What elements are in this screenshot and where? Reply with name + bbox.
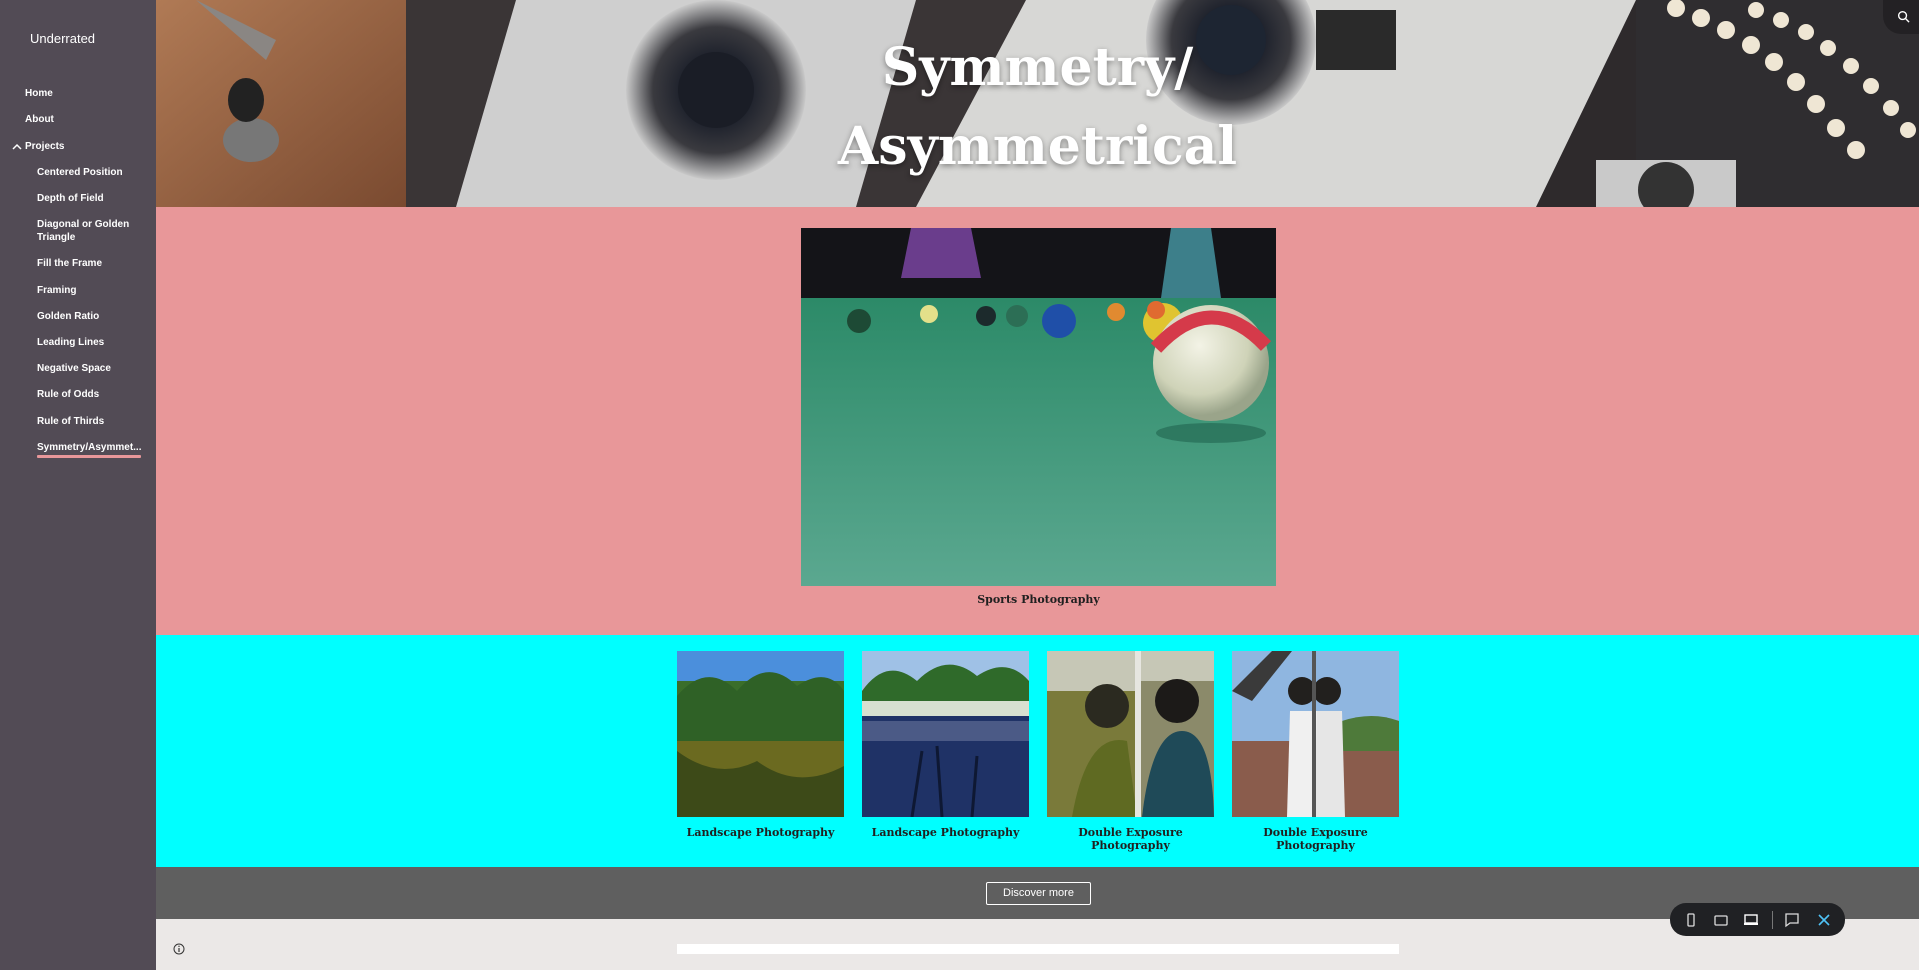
- site-title[interactable]: Underrated: [30, 31, 95, 46]
- laptop-icon[interactable]: [1742, 911, 1760, 929]
- footer-bar: [677, 944, 1399, 954]
- tablet-icon[interactable]: [1712, 911, 1730, 929]
- nav-item-golden-ratio[interactable]: Golden Ratio: [37, 310, 147, 323]
- nav-item-rule-of-thirds[interactable]: Rule of Thirds: [37, 415, 147, 428]
- nav-item-home[interactable]: Home: [25, 87, 53, 100]
- phone-icon[interactable]: [1682, 911, 1700, 929]
- double-exposure-photo-2-image: [1232, 651, 1399, 817]
- gallery-caption-1: Landscape Photography: [686, 826, 835, 839]
- landscape-photo-1-image: [677, 651, 844, 817]
- nav-item-depth-of-field[interactable]: Depth of Field: [37, 192, 147, 205]
- nav-item-centered-position[interactable]: Centered Position: [37, 166, 147, 179]
- discover-section: Discover more: [156, 867, 1919, 919]
- double-exposure-photo-1-image: [1047, 651, 1214, 817]
- sports-photo-caption: Sports Photography: [977, 593, 1100, 606]
- nav-item-projects[interactable]: Projects: [25, 140, 64, 153]
- chevron-up-icon[interactable]: [11, 141, 23, 153]
- nav-item-negative-space[interactable]: Negative Space: [37, 362, 147, 375]
- hero-banner: Symmetry/ Asymmetrical: [156, 0, 1919, 207]
- photo-gallery-section: Landscape Photography Landscape Photogra…: [156, 635, 1919, 867]
- page-title-line-1: Symmetry/: [881, 37, 1194, 98]
- gallery-photo-landscape-1[interactable]: [677, 651, 844, 817]
- featured-photo-section: Sports Photography: [156, 207, 1919, 635]
- landscape-photo-2-image: [862, 651, 1029, 817]
- feedback-icon[interactable]: [1783, 911, 1801, 929]
- gallery-caption-3: Double Exposure Photography: [1078, 826, 1183, 852]
- close-icon[interactable]: [1815, 911, 1833, 929]
- nav-item-symmetry-asymmetrical[interactable]: Symmetry/Asymmet...: [37, 441, 147, 454]
- sports-photo-image: [801, 228, 1276, 586]
- gallery-photo-double-exposure-1[interactable]: [1047, 651, 1214, 817]
- preview-toolbar: [1670, 903, 1845, 936]
- nav-item-about[interactable]: About: [25, 113, 54, 126]
- sidebar: Underrated Home About Projects Centered …: [0, 0, 156, 970]
- nav-item-leading-lines[interactable]: Leading Lines: [37, 336, 147, 349]
- footer: [156, 919, 1919, 970]
- discover-more-button[interactable]: Discover more: [986, 882, 1091, 905]
- active-nav-indicator: [37, 455, 141, 458]
- nav-item-diagonal-golden-triangle[interactable]: Diagonal or Golden Triangle: [37, 218, 137, 244]
- nav-item-fill-the-frame[interactable]: Fill the Frame: [37, 257, 147, 270]
- nav-item-framing[interactable]: Framing: [37, 284, 147, 297]
- sports-photo[interactable]: [801, 228, 1276, 586]
- toolbar-separator: [1772, 911, 1773, 929]
- gallery-photo-double-exposure-2[interactable]: [1232, 651, 1399, 817]
- page-title-line-2: Asymmetrical: [837, 116, 1238, 177]
- search-button[interactable]: [1883, 0, 1919, 34]
- search-icon: [1897, 10, 1910, 23]
- page-title: Symmetry/ Asymmetrical: [156, 28, 1919, 186]
- gallery-caption-4: Double Exposure Photography: [1263, 826, 1368, 852]
- gallery-photo-landscape-2[interactable]: [862, 651, 1029, 817]
- info-icon[interactable]: [173, 943, 185, 955]
- nav-item-rule-of-odds[interactable]: Rule of Odds: [37, 388, 147, 401]
- gallery-caption-2: Landscape Photography: [871, 826, 1020, 839]
